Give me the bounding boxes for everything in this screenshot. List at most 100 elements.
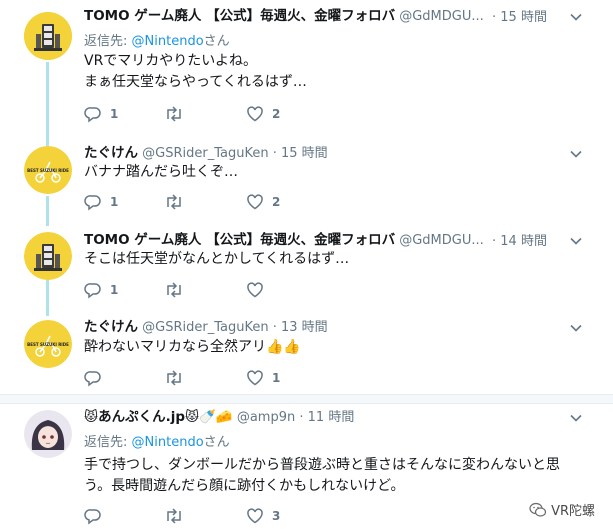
- like-count: 2: [272, 195, 281, 209]
- time-separator: ·: [492, 10, 497, 25]
- retweet-icon: [167, 282, 181, 298]
- reply-button[interactable]: [84, 368, 110, 388]
- display-name[interactable]: 😾あんぷくん.jp😾🍼🧀: [84, 409, 233, 425]
- time-label[interactable]: 13 時間: [281, 320, 328, 335]
- rider-avatar-image: BEST SUZUKI RIDE: [24, 146, 72, 194]
- user-handle[interactable]: @GSRider_TaguKen: [142, 320, 268, 335]
- tweet-text-line: VRでマリカやりたいよね。: [84, 53, 258, 69]
- user-handle[interactable]: @amp9n: [237, 410, 295, 425]
- retweet-icon: [167, 106, 181, 122]
- like-button[interactable]: [246, 280, 272, 300]
- reply-prefix: 返信先:: [84, 34, 128, 49]
- reply-mention-link[interactable]: @Nintendo: [132, 34, 204, 49]
- retweet-button[interactable]: [164, 280, 192, 300]
- chevron-down-icon[interactable]: [569, 321, 583, 335]
- user-handle[interactable]: @GdMDGU...: [399, 233, 484, 248]
- display-name[interactable]: TOMO ゲーム廃人 【公式】毎週火、金曜フォロバ: [84, 8, 395, 24]
- retweet-icon: [167, 370, 181, 386]
- reply-mention-link[interactable]: @Nintendo: [132, 435, 204, 450]
- reply-button[interactable]: 1: [84, 192, 118, 212]
- like-count: 3: [272, 509, 281, 523]
- reply-icon: [84, 371, 101, 387]
- avatar-badge-text: BEST SUZUKI RIDE: [27, 342, 69, 347]
- like-button[interactable]: 2: [246, 192, 280, 212]
- tweet-text-line: 手で持つし、ダンボールだから普段遊ぶ時と重さはそんなに変わんないと思: [84, 457, 560, 473]
- tweet[interactable]: BEST SUZUKI RIDE たぐけん @GSRider_TaguKen ·…: [0, 140, 613, 226]
- reply-icon: [84, 195, 101, 211]
- avatar[interactable]: [24, 232, 72, 280]
- reply-button[interactable]: 1: [84, 104, 118, 124]
- time-separator: ·: [272, 320, 277, 335]
- reply-count: 1: [110, 107, 119, 121]
- reply-suffix: さん: [203, 435, 230, 450]
- tweet-text-line: バナナ踏んだら吐くぞ…: [84, 164, 238, 180]
- display-name[interactable]: TOMO ゲーム廃人 【公式】毎週火、金曜フォロバ: [84, 232, 395, 248]
- watermark-text: VR陀螺: [551, 504, 595, 519]
- heart-icon: [247, 194, 263, 210]
- tweet-time[interactable]: · 14 時間: [492, 230, 547, 249]
- display-name[interactable]: たぐけん: [84, 319, 138, 335]
- chevron-down-icon[interactable]: [569, 10, 583, 24]
- time-separator: ·: [299, 410, 304, 425]
- chevron-down-icon[interactable]: [569, 234, 583, 248]
- time-label[interactable]: 14 時間: [500, 234, 547, 249]
- anime-girl-avatar-image: [24, 410, 72, 458]
- tweet-header: TOMO ゲーム廃人 【公式】毎週火、金曜フォロバ @GdMDGU...: [84, 230, 484, 250]
- reply-icon: [84, 283, 101, 299]
- chevron-down-icon[interactable]: [569, 411, 583, 425]
- avatar[interactable]: [24, 12, 72, 60]
- reply-count: 1: [110, 283, 119, 297]
- tweet-text-line: う。長時間遊んだら顔に跡付くかもしれないけど。: [84, 478, 405, 494]
- retweet-icon: [167, 508, 181, 524]
- time-label[interactable]: 11 時間: [308, 410, 355, 425]
- rider-avatar-image: BEST SUZUKI RIDE: [24, 320, 72, 368]
- tweet[interactable]: BEST SUZUKI RIDE たぐけん @GSRider_TaguKen ·…: [0, 314, 613, 396]
- retweet-button[interactable]: [164, 104, 192, 124]
- reply-context: 返信先: @Nintendoさん: [84, 30, 230, 49]
- heart-icon: [247, 106, 263, 122]
- heart-icon: [247, 508, 263, 524]
- display-name[interactable]: たぐけん: [84, 145, 138, 161]
- time-separator: ·: [272, 146, 277, 161]
- time-separator: ·: [492, 234, 497, 249]
- time-label[interactable]: 15 時間: [281, 146, 328, 161]
- avatar-badge-text: BEST SUZUKI RIDE: [27, 168, 69, 173]
- reply-button[interactable]: [84, 506, 110, 526]
- avatar[interactable]: BEST SUZUKI RIDE: [24, 146, 72, 194]
- divider: [0, 394, 613, 395]
- wechat-icon: [529, 502, 547, 517]
- heart-icon: [247, 282, 263, 298]
- reply-context: 返信先: @Nintendoさん: [84, 431, 230, 450]
- tweet[interactable]: TOMO ゲーム廃人 【公式】毎週火、金曜フォロバ @GdMDGU... · 1…: [0, 226, 613, 314]
- game-tower-avatar-image: [24, 232, 72, 280]
- like-button[interactable]: 1: [246, 368, 280, 388]
- reply-icon: [84, 107, 101, 123]
- like-button[interactable]: 3: [246, 506, 280, 526]
- tweet-header: TOMO ゲーム廃人 【公式】毎週火、金曜フォロバ @GdMDGU...: [84, 6, 484, 26]
- avatar[interactable]: [24, 410, 72, 458]
- time-label[interactable]: 15 時間: [500, 10, 547, 25]
- reply-icon: [84, 509, 101, 525]
- tweet-text-line: そこは任天堂がなんとかしてくれるはず…: [84, 251, 350, 267]
- reply-count: 1: [110, 195, 119, 209]
- chevron-down-icon[interactable]: [569, 147, 583, 161]
- tweet-text-line: まぁ任天堂ならやってくれるはず…: [84, 74, 307, 90]
- retweet-button[interactable]: [164, 368, 192, 388]
- like-count: 1: [272, 371, 281, 385]
- reply-prefix: 返信先:: [84, 435, 128, 450]
- tweet-text-line: 酔わないマリカなら全然アリ👍👍: [84, 339, 301, 355]
- like-button[interactable]: 2: [246, 104, 280, 124]
- reply-button[interactable]: 1: [84, 280, 118, 300]
- retweet-button[interactable]: [164, 506, 192, 526]
- tweet-header: 😾あんぷくん.jp😾🍼🧀 @amp9n · 11 時間: [84, 407, 354, 427]
- heart-icon: [247, 370, 263, 386]
- avatar[interactable]: BEST SUZUKI RIDE: [24, 320, 72, 368]
- tweet-time[interactable]: · 15 時間: [492, 6, 547, 25]
- watermark: VR陀螺: [529, 500, 595, 519]
- tweet[interactable]: 😾あんぷくん.jp😾🍼🧀 @amp9n · 11 時間 返信先: @Ninten…: [0, 404, 613, 529]
- tweet[interactable]: TOMO ゲーム廃人 【公式】毎週火、金曜フォロバ @GdMDGU... · 1…: [0, 0, 613, 140]
- retweet-icon: [167, 194, 181, 210]
- user-handle[interactable]: @GdMDGU...: [399, 9, 484, 24]
- user-handle[interactable]: @GSRider_TaguKen: [142, 146, 268, 161]
- retweet-button[interactable]: [164, 192, 192, 212]
